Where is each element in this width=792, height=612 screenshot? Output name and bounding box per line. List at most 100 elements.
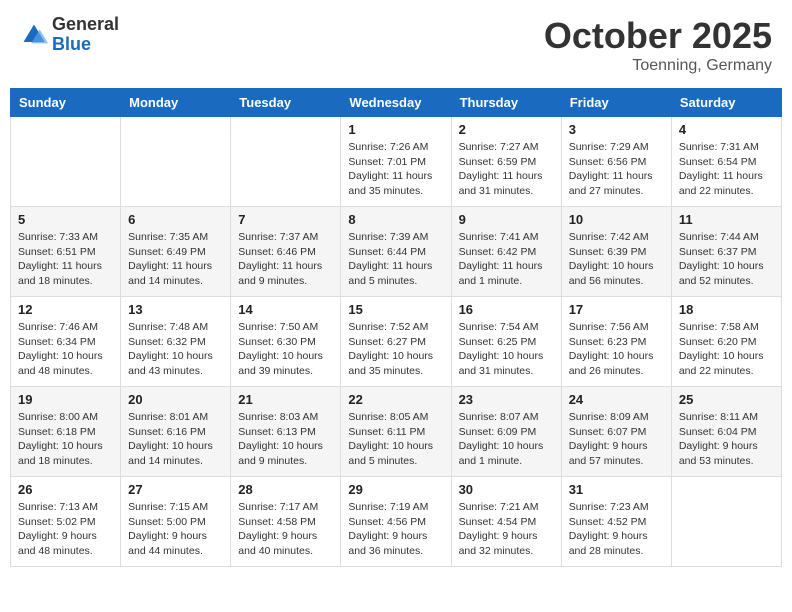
title-block: October 2025 Toenning, Germany: [544, 15, 772, 75]
calendar-cell: 29 Sunrise: 7:19 AMSunset: 4:56 PMDayligh…: [341, 477, 451, 567]
day-number: 10: [569, 212, 664, 227]
calendar-table: SundayMondayTuesdayWednesdayThursdayFrid…: [10, 88, 782, 567]
calendar-cell: 6 Sunrise: 7:35 AMSunset: 6:49 PMDaylight…: [121, 207, 231, 297]
day-info: Sunrise: 7:17 AMSunset: 4:58 PMDaylight:…: [238, 500, 333, 559]
calendar-week-row: 12 Sunrise: 7:46 AMSunset: 6:34 PMDayligh…: [11, 297, 782, 387]
day-number: 27: [128, 482, 223, 497]
logo-general: General: [52, 15, 119, 35]
weekday-header: Monday: [121, 89, 231, 117]
day-info: Sunrise: 7:19 AMSunset: 4:56 PMDaylight:…: [348, 500, 443, 559]
day-number: 2: [459, 122, 554, 137]
calendar-cell: [121, 117, 231, 207]
day-info: Sunrise: 7:41 AMSunset: 6:42 PMDaylight:…: [459, 230, 554, 289]
day-info: Sunrise: 7:54 AMSunset: 6:25 PMDaylight:…: [459, 320, 554, 379]
calendar-cell: 9 Sunrise: 7:41 AMSunset: 6:42 PMDaylight…: [451, 207, 561, 297]
day-number: 3: [569, 122, 664, 137]
calendar-cell: 25Sunrise: 8:11 AMSunset: 6:04 PMDayligh…: [671, 387, 781, 477]
calendar-cell: 28 Sunrise: 7:17 AMSunset: 4:58 PMDayligh…: [231, 477, 341, 567]
day-info: Sunrise: 7:42 AMSunset: 6:39 PMDaylight:…: [569, 230, 664, 289]
day-number: 30: [459, 482, 554, 497]
day-info: Sunrise: 7:37 AMSunset: 6:46 PMDaylight:…: [238, 230, 333, 289]
calendar-cell: 21Sunrise: 8:03 AMSunset: 6:13 PMDayligh…: [231, 387, 341, 477]
day-number: 8: [348, 212, 443, 227]
location: Toenning, Germany: [544, 57, 772, 75]
day-info: Sunrise: 7:58 AMSunset: 6:20 PMDaylight:…: [679, 320, 774, 379]
calendar-cell: [231, 117, 341, 207]
weekday-header: Thursday: [451, 89, 561, 117]
day-info: Sunrise: 7:48 AMSunset: 6:32 PMDaylight:…: [128, 320, 223, 379]
day-number: 18: [679, 302, 774, 317]
day-info: Sunrise: 8:09 AMSunset: 6:07 PMDaylight:…: [569, 410, 664, 469]
day-info: Sunrise: 7:29 AMSunset: 6:56 PMDaylight:…: [569, 140, 664, 199]
calendar-cell: [11, 117, 121, 207]
calendar-cell: 30 Sunrise: 7:21 AMSunset: 4:54 PMDayligh…: [451, 477, 561, 567]
day-number: 7: [238, 212, 333, 227]
day-info: Sunrise: 8:11 AMSunset: 6:04 PMDaylight:…: [679, 410, 774, 469]
calendar-cell: 26Sunrise: 7:13 AMSunset: 5:02 PMDayligh…: [11, 477, 121, 567]
logo-icon: [20, 21, 48, 49]
logo: General Blue: [20, 15, 119, 55]
day-info: Sunrise: 7:56 AMSunset: 6:23 PMDaylight:…: [569, 320, 664, 379]
day-info: Sunrise: 8:03 AMSunset: 6:13 PMDaylight:…: [238, 410, 333, 469]
day-number: 1: [348, 122, 443, 137]
day-info: Sunrise: 7:50 AMSunset: 6:30 PMDaylight:…: [238, 320, 333, 379]
day-info: Sunrise: 7:46 AMSunset: 6:34 PMDaylight:…: [18, 320, 113, 379]
day-number: 23: [459, 392, 554, 407]
weekday-header: Tuesday: [231, 89, 341, 117]
calendar-cell: 4Sunrise: 7:31 AMSunset: 6:54 PMDaylight…: [671, 117, 781, 207]
day-info: Sunrise: 7:21 AMSunset: 4:54 PMDaylight:…: [459, 500, 554, 559]
day-number: 13: [128, 302, 223, 317]
weekday-header: Saturday: [671, 89, 781, 117]
calendar-cell: 19 Sunrise: 8:00 AMSunset: 6:18 PMDayligh…: [11, 387, 121, 477]
calendar-cell: 23 Sunrise: 8:07 AMSunset: 6:09 PMDayligh…: [451, 387, 561, 477]
day-number: 20: [128, 392, 223, 407]
day-info: Sunrise: 7:15 AMSunset: 5:00 PMDaylight:…: [128, 500, 223, 559]
weekday-header: Wednesday: [341, 89, 451, 117]
day-number: 31: [569, 482, 664, 497]
calendar-cell: 31 Sunrise: 7:23 AMSunset: 4:52 PMDayligh…: [561, 477, 671, 567]
calendar-cell: 24 Sunrise: 8:09 AMSunset: 6:07 PMDayligh…: [561, 387, 671, 477]
calendar-cell: 22 Sunrise: 8:05 AMSunset: 6:11 PMDayligh…: [341, 387, 451, 477]
calendar-cell: 11Sunrise: 7:44 AMSunset: 6:37 PMDayligh…: [671, 207, 781, 297]
calendar-cell: 16 Sunrise: 7:54 AMSunset: 6:25 PMDayligh…: [451, 297, 561, 387]
day-info: Sunrise: 7:33 AMSunset: 6:51 PMDaylight:…: [18, 230, 113, 289]
weekday-header-row: SundayMondayTuesdayWednesdayThursdayFrid…: [11, 89, 782, 117]
day-number: 22: [348, 392, 443, 407]
weekday-header: Friday: [561, 89, 671, 117]
day-number: 19: [18, 392, 113, 407]
day-number: 6: [128, 212, 223, 227]
day-info: Sunrise: 8:07 AMSunset: 6:09 PMDaylight:…: [459, 410, 554, 469]
calendar-cell: 14Sunrise: 7:50 AMSunset: 6:30 PMDayligh…: [231, 297, 341, 387]
page-header: General Blue October 2025 Toenning, Germ…: [10, 10, 782, 80]
day-info: Sunrise: 7:39 AMSunset: 6:44 PMDaylight:…: [348, 230, 443, 289]
calendar-week-row: 26Sunrise: 7:13 AMSunset: 5:02 PMDayligh…: [11, 477, 782, 567]
logo-text: General Blue: [52, 15, 119, 55]
day-info: Sunrise: 8:00 AMSunset: 6:18 PMDaylight:…: [18, 410, 113, 469]
calendar-cell: 7 Sunrise: 7:37 AMSunset: 6:46 PMDaylight…: [231, 207, 341, 297]
logo-blue: Blue: [52, 35, 119, 55]
calendar-cell: 3 Sunrise: 7:29 AMSunset: 6:56 PMDaylight…: [561, 117, 671, 207]
day-number: 28: [238, 482, 333, 497]
day-number: 11: [679, 212, 774, 227]
day-number: 29: [348, 482, 443, 497]
calendar-week-row: 1Sunrise: 7:26 AMSunset: 7:01 PMDaylight…: [11, 117, 782, 207]
day-number: 9: [459, 212, 554, 227]
day-number: 12: [18, 302, 113, 317]
calendar-cell: 5Sunrise: 7:33 AMSunset: 6:51 PMDaylight…: [11, 207, 121, 297]
day-info: Sunrise: 7:31 AMSunset: 6:54 PMDaylight:…: [679, 140, 774, 199]
day-number: 16: [459, 302, 554, 317]
calendar-cell: 13 Sunrise: 7:48 AMSunset: 6:32 PMDayligh…: [121, 297, 231, 387]
day-info: Sunrise: 7:23 AMSunset: 4:52 PMDaylight:…: [569, 500, 664, 559]
calendar-cell: 8 Sunrise: 7:39 AMSunset: 6:44 PMDaylight…: [341, 207, 451, 297]
calendar-cell: 20 Sunrise: 8:01 AMSunset: 6:16 PMDayligh…: [121, 387, 231, 477]
calendar-cell: 18 Sunrise: 7:58 AMSunset: 6:20 PMDayligh…: [671, 297, 781, 387]
day-info: Sunrise: 8:05 AMSunset: 6:11 PMDaylight:…: [348, 410, 443, 469]
day-number: 24: [569, 392, 664, 407]
day-info: Sunrise: 7:35 AMSunset: 6:49 PMDaylight:…: [128, 230, 223, 289]
calendar-cell: 1Sunrise: 7:26 AMSunset: 7:01 PMDaylight…: [341, 117, 451, 207]
calendar-cell: [671, 477, 781, 567]
calendar-cell: 27 Sunrise: 7:15 AMSunset: 5:00 PMDayligh…: [121, 477, 231, 567]
day-info: Sunrise: 8:01 AMSunset: 6:16 PMDaylight:…: [128, 410, 223, 469]
day-number: 17: [569, 302, 664, 317]
day-number: 15: [348, 302, 443, 317]
